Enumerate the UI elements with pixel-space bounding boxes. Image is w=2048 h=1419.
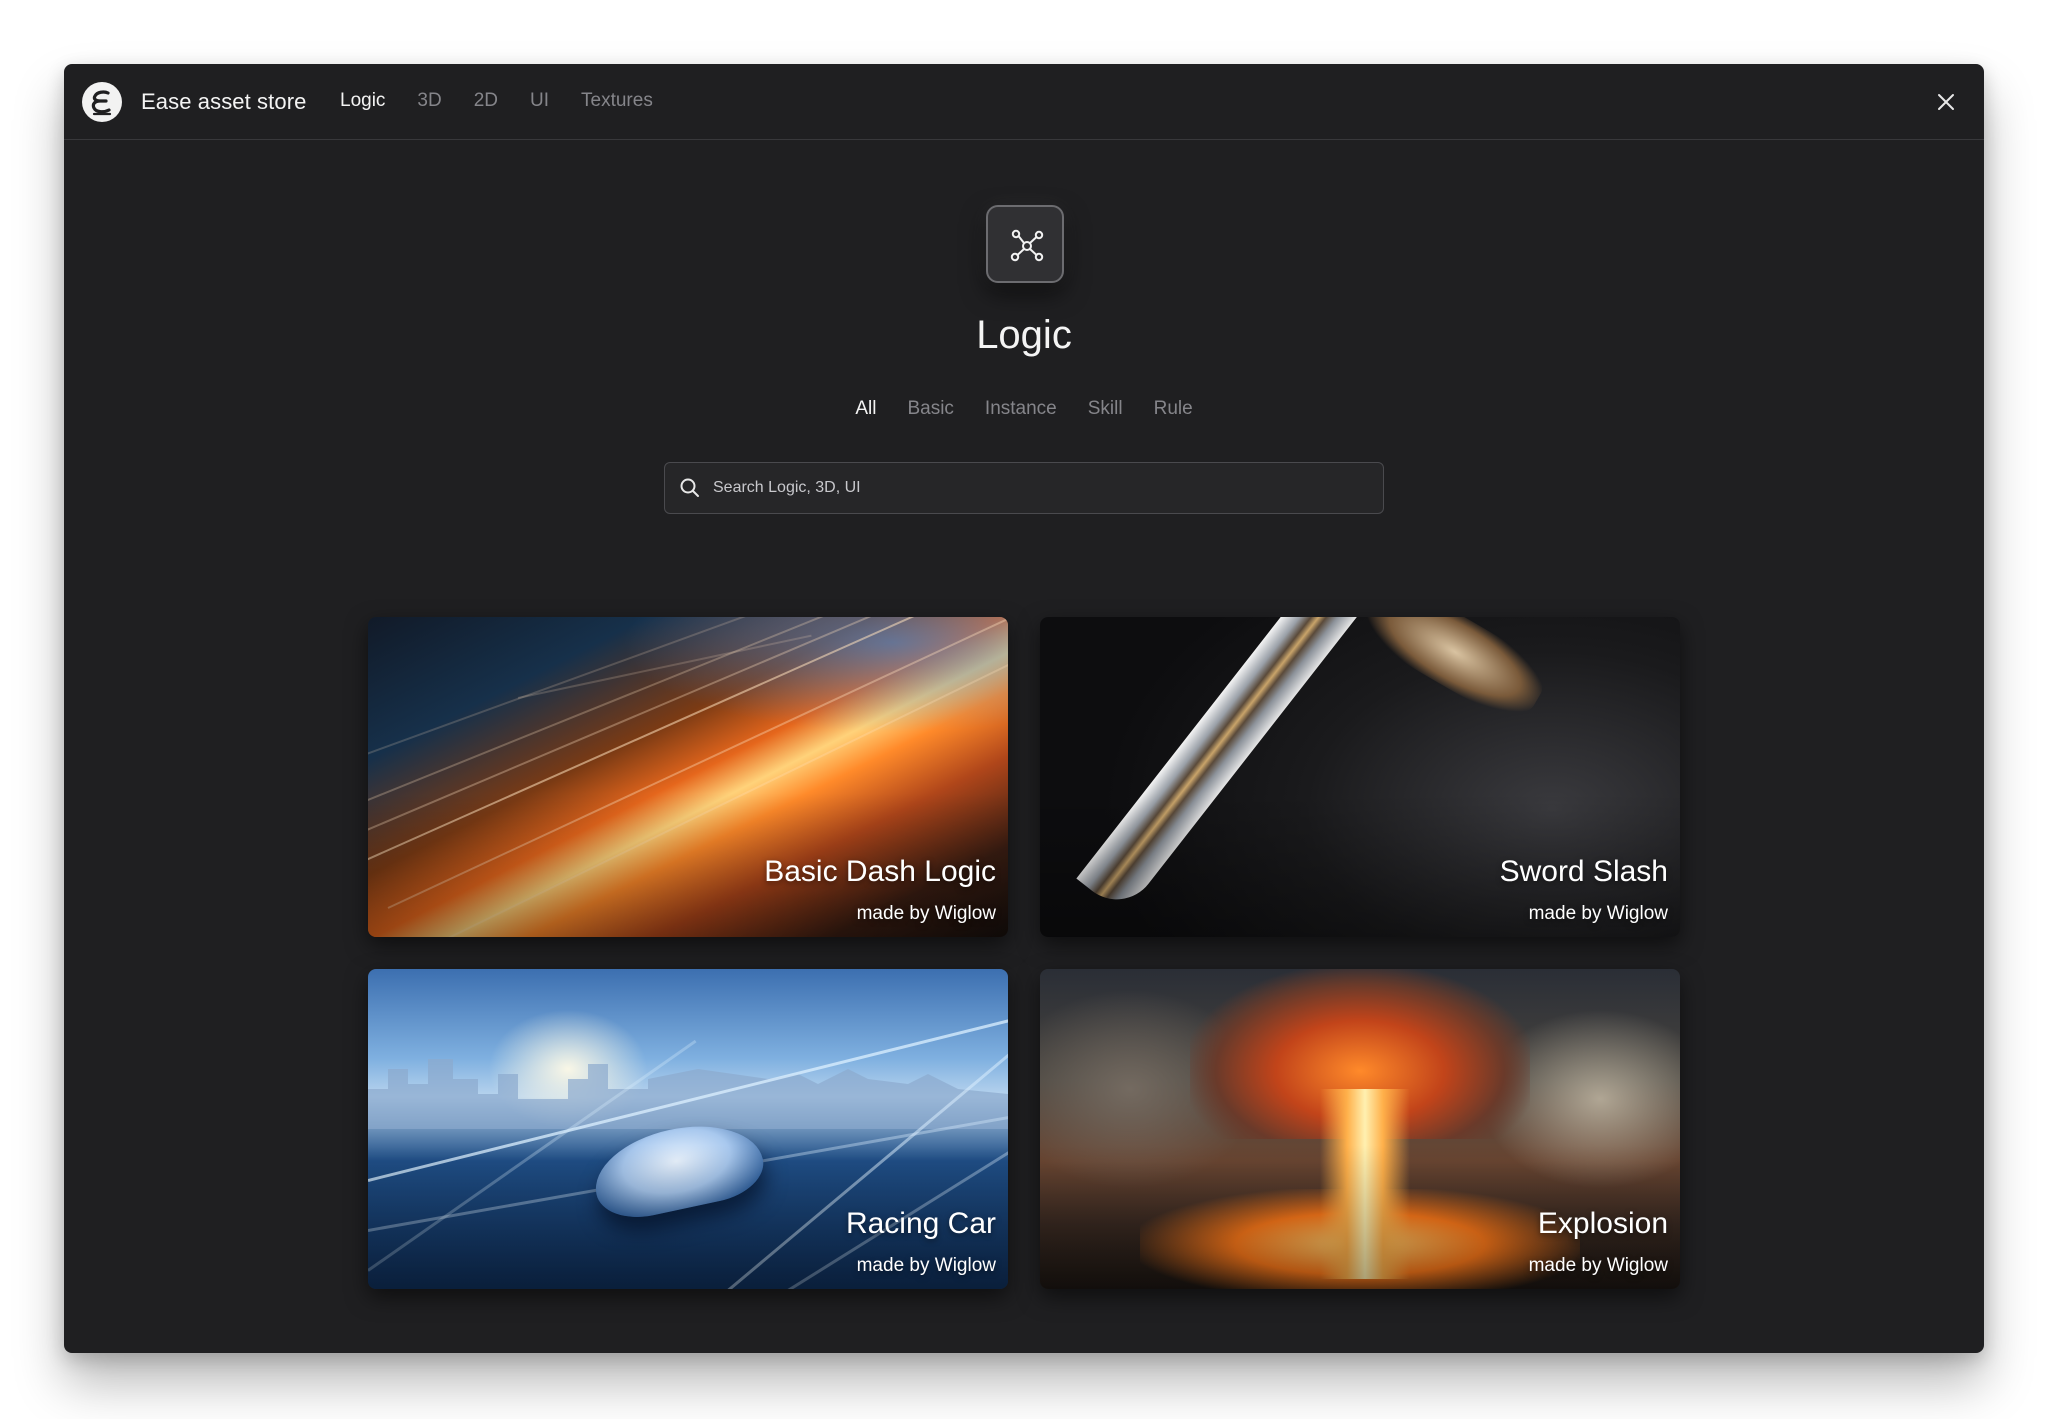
top-nav: Logic 3D 2D UI Textures <box>340 90 685 112</box>
nav-tab-ui[interactable]: UI <box>530 90 549 112</box>
search-input[interactable] <box>713 463 1363 513</box>
card-author: made by Wiglow <box>856 1255 996 1276</box>
search-icon <box>680 478 699 497</box>
node-graph-icon <box>986 205 1064 283</box>
ease-logo-icon[interactable] <box>82 82 122 122</box>
filter-basic[interactable]: Basic <box>907 398 953 420</box>
card-author: made by Wiglow <box>1528 1255 1668 1276</box>
close-icon <box>1938 94 1954 110</box>
nav-tab-3d[interactable]: 3D <box>417 90 441 112</box>
filter-instance[interactable]: Instance <box>985 398 1057 420</box>
card-title: Explosion <box>1537 1207 1668 1240</box>
asset-store-window: Ease asset store Logic 3D 2D UI Textures <box>64 64 1984 1353</box>
app-title: Ease asset store <box>141 89 307 114</box>
card-title: Basic Dash Logic <box>764 855 996 888</box>
nav-tab-textures[interactable]: Textures <box>581 90 653 112</box>
asset-card-basic-dash-logic[interactable]: Basic Dash Logic made by Wiglow <box>368 617 1008 937</box>
nav-tab-2d[interactable]: 2D <box>474 90 498 112</box>
category-filters: All Basic Instance Skill Rule <box>64 398 1984 420</box>
card-author: made by Wiglow <box>856 903 996 924</box>
top-bar: Ease asset store Logic 3D 2D UI Textures <box>64 64 1984 140</box>
filter-skill[interactable]: Skill <box>1088 398 1123 420</box>
card-title: Sword Slash <box>1499 855 1668 888</box>
asset-card-racing-car[interactable]: Racing Car made by Wiglow <box>368 969 1008 1289</box>
filter-all[interactable]: All <box>855 398 876 420</box>
close-button[interactable] <box>1932 88 1960 116</box>
asset-card-explosion[interactable]: Explosion made by Wiglow <box>1040 969 1680 1289</box>
search-box[interactable] <box>664 462 1384 514</box>
asset-card-sword-slash[interactable]: Sword Slash made by Wiglow <box>1040 617 1680 937</box>
card-author: made by Wiglow <box>1528 903 1668 924</box>
page-title: Logic <box>976 313 1072 357</box>
card-title: Racing Car <box>845 1207 996 1240</box>
nav-tab-logic[interactable]: Logic <box>340 90 385 112</box>
filter-rule[interactable]: Rule <box>1154 398 1193 420</box>
